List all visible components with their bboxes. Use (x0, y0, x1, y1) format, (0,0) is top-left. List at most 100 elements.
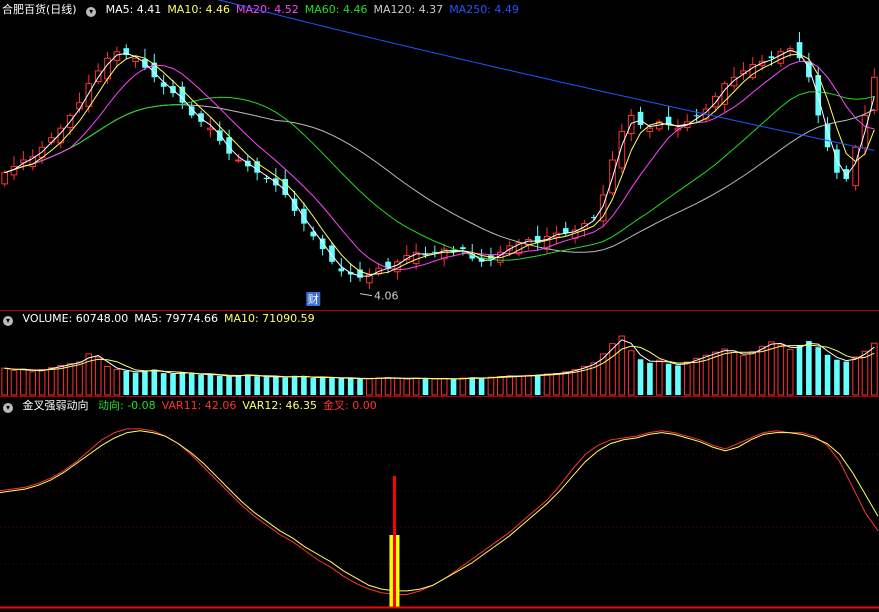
volume-bar (57, 365, 65, 396)
volume-bar (38, 369, 46, 396)
volume-bar (871, 342, 878, 396)
candle-body (338, 268, 345, 272)
volume-bar (357, 378, 363, 395)
finance-event-label: 财 (308, 292, 319, 306)
candle-body (618, 130, 626, 169)
volume-bar (693, 357, 700, 396)
volume-bar (123, 370, 130, 395)
volume-bar (496, 376, 504, 396)
volume-bar (647, 362, 653, 395)
ma10-line (4, 53, 875, 276)
candle-body (226, 137, 232, 154)
volume-bar (553, 373, 560, 396)
volume-bar (478, 378, 485, 395)
volume-bar (562, 371, 570, 396)
volume-bar (329, 377, 335, 395)
volume-bar (459, 377, 467, 396)
volume-bar (254, 376, 260, 395)
volume-bar (29, 371, 37, 396)
candle-body (730, 76, 738, 87)
volume-bar (543, 373, 551, 396)
volume-bar (48, 367, 55, 396)
volume-bar (683, 361, 691, 396)
volume-bar (142, 370, 148, 395)
candle-body (207, 127, 214, 131)
volume-bar (94, 356, 102, 396)
candle-body (460, 247, 466, 250)
volume-bar (160, 373, 167, 395)
volume-bar (179, 372, 186, 395)
volume-bar (824, 354, 831, 395)
ma120-line (4, 104, 875, 253)
candle-body (637, 111, 644, 125)
volume-bar (806, 340, 812, 395)
volume-bar (786, 348, 794, 396)
volume-bar (104, 365, 111, 396)
ma5-line (4, 49, 875, 277)
candle-body (824, 123, 831, 148)
volume-bar (338, 378, 345, 395)
volume-bar (347, 378, 354, 395)
candle-body (646, 127, 654, 133)
volume-bar (207, 374, 214, 395)
volume-bar (740, 355, 747, 396)
volume-bar (188, 373, 195, 395)
volume-bar (637, 359, 644, 395)
candle-body (85, 83, 93, 107)
volume-bar (244, 374, 251, 395)
volume-bar (375, 377, 383, 396)
volume-bar (796, 345, 803, 395)
volume-bar (712, 351, 719, 396)
volume-bar (20, 368, 27, 396)
volume-bar (273, 376, 279, 395)
volume-bar (525, 374, 532, 396)
volume-bar (216, 375, 223, 395)
volume-bar (394, 377, 401, 396)
volume-bar (1, 367, 8, 396)
volume-bar (263, 377, 270, 395)
volume-bar (282, 377, 289, 395)
volume-bar (534, 374, 541, 395)
volume-bar (852, 356, 859, 396)
volume-bar (76, 361, 83, 396)
low-price-pointer (359, 293, 373, 297)
volume-bar (440, 377, 448, 396)
volume-bar (151, 369, 158, 395)
volume-bar (10, 369, 18, 396)
volume-bar (469, 377, 476, 395)
ma20-line (4, 60, 875, 271)
volume-bar (730, 352, 738, 396)
candle-body (113, 51, 121, 61)
volume-bar (675, 365, 681, 395)
volume-bar (431, 378, 439, 396)
volume-bar (758, 345, 766, 396)
volume-bar (655, 359, 663, 396)
candle-body (329, 245, 335, 262)
volume-bar (749, 351, 757, 396)
volume-bar (66, 363, 74, 396)
volume-bar (571, 369, 579, 396)
volume-bar (506, 375, 513, 396)
volume-bar (665, 363, 672, 395)
volume-bar (310, 378, 317, 395)
volume-bar (226, 376, 232, 395)
candle-body (160, 82, 167, 87)
volume-bar (384, 377, 392, 396)
volume-bar (422, 378, 429, 395)
volume-bar (721, 348, 729, 396)
candle-body (263, 177, 270, 180)
volume-bar (777, 344, 785, 396)
volume-bar (235, 375, 242, 395)
volume-bar (834, 359, 840, 395)
volume-bar (85, 353, 93, 396)
var12-line (0, 430, 879, 592)
candle-body (1, 172, 8, 185)
signal-bar (392, 535, 396, 608)
volume-bar (815, 347, 822, 395)
volume-bar (843, 361, 850, 395)
stock-chart: 4.06 财 (0, 0, 879, 609)
volume-bar (412, 377, 420, 396)
volume-bar (627, 350, 635, 396)
candle-body (235, 159, 242, 162)
candle-body (301, 208, 307, 224)
